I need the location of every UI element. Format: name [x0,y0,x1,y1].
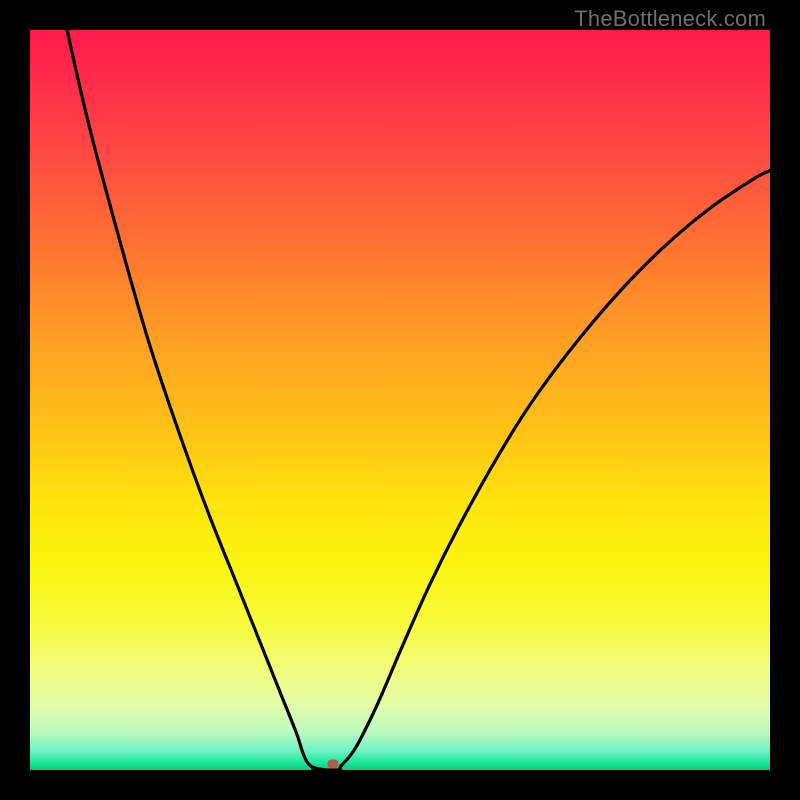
data-point-marker [328,760,339,769]
bottleneck-curve [30,30,770,770]
curve-path [67,30,770,770]
watermark-text: TheBottleneck.com [574,6,766,32]
plot-frame [30,30,770,770]
